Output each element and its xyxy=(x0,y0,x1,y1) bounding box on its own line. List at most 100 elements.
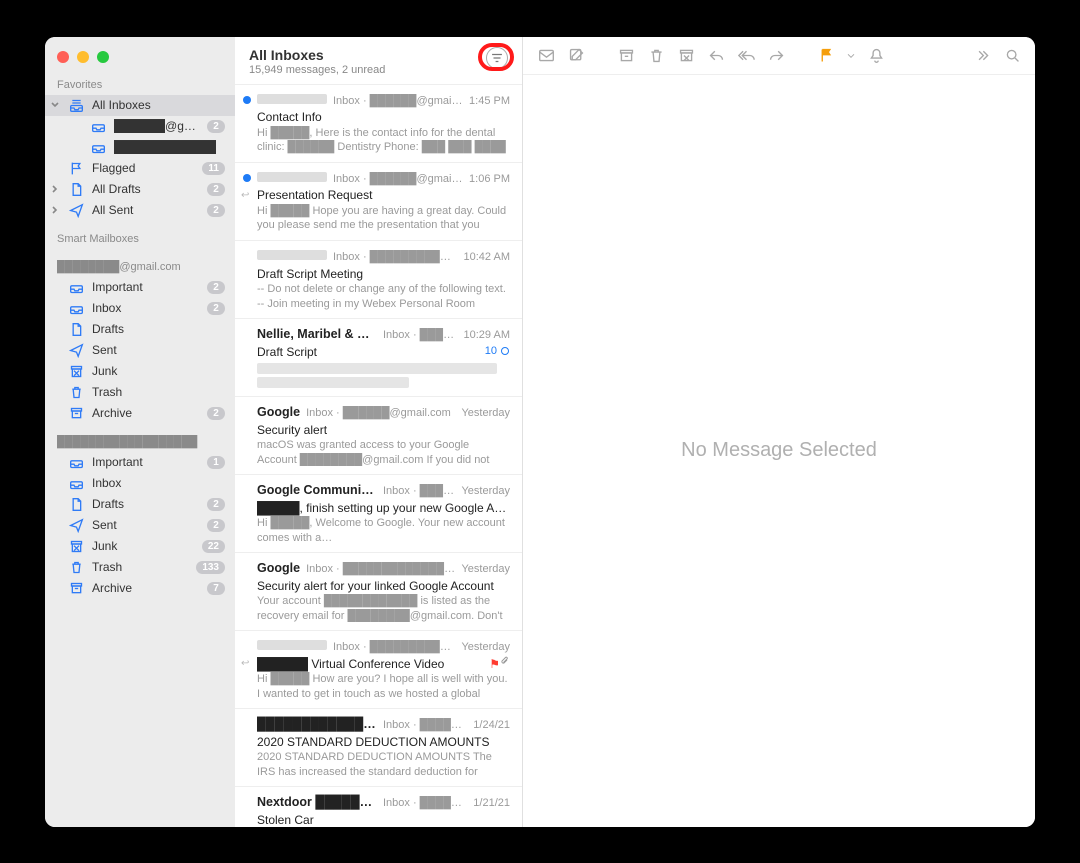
sidebar-item-flagged[interactable]: Flagged11 xyxy=(45,158,235,179)
trash-icon xyxy=(69,385,84,400)
unread-dot-icon xyxy=(243,174,251,182)
trash-icon[interactable] xyxy=(645,44,667,66)
tray-icon xyxy=(69,280,84,295)
sidebar-item-archive[interactable]: Archive7 xyxy=(45,578,235,599)
message-row[interactable]: GoogleInbox · ██████@gmail.comYesterdayS… xyxy=(235,397,522,475)
sidebar-item-drafts[interactable]: Drafts 2 xyxy=(45,494,235,515)
message-subject: 2020 STANDARD DEDUCTION AMOUNTS xyxy=(257,734,510,750)
message-sender: Nellie, Maribel & Scott xyxy=(257,326,377,343)
message-row[interactable]: Inbox · ██████@gmail.com1:45 PMContact I… xyxy=(235,85,522,163)
reading-pane: No Message Selected xyxy=(523,37,1035,827)
trash-icon xyxy=(69,560,84,575)
sidebar-item-label: Junk xyxy=(92,539,194,553)
message-row[interactable]: Nellie, Maribel & Scott Inbox · █████████… xyxy=(235,319,522,397)
tray-icon xyxy=(91,140,106,155)
sidebar-item-archive[interactable]: Archive2 xyxy=(45,403,235,424)
message-mailbox: Inbox · ██████████ xyxy=(383,328,458,343)
count-badge: 2 xyxy=(207,498,225,511)
mute-icon[interactable] xyxy=(865,44,887,66)
count-badge: 2 xyxy=(207,281,225,294)
tray-icon xyxy=(69,476,84,491)
message-mailbox: Inbox · ████████████████████ xyxy=(333,640,455,655)
sidebar-item--g-[interactable]: ██████@g…2 xyxy=(45,116,235,137)
message-sender: Nextdoor ██████████ xyxy=(257,794,377,811)
message-row[interactable]: ↩Inbox · ████████████████████Yesterday██… xyxy=(235,631,522,709)
envelope-icon[interactable] xyxy=(535,44,557,66)
search-icon[interactable] xyxy=(1001,44,1023,66)
message-time: Yesterday xyxy=(461,640,510,655)
count-badge: 11 xyxy=(202,162,225,175)
message-preview: macOS was granted access to your Google … xyxy=(257,438,510,466)
archive-icon xyxy=(69,581,84,596)
more-icon[interactable] xyxy=(971,44,993,66)
message-preview: Your account ████████████ is listed as t… xyxy=(257,594,510,622)
sidebar-item-all-inboxes[interactable]: All Inboxes xyxy=(45,95,235,116)
sidebar-item--[interactable]: ████████████ xyxy=(45,137,235,158)
sidebar-item-important[interactable]: Important1 xyxy=(45,452,235,473)
message-row[interactable]: GoogleInbox · ████████████████YesterdayS… xyxy=(235,553,522,631)
flag-icon: ⚑ xyxy=(489,656,500,672)
filter-button[interactable] xyxy=(486,47,508,69)
unread-dot-icon xyxy=(243,96,251,104)
message-scroll[interactable]: Inbox · ██████@gmail.com1:45 PMContact I… xyxy=(235,85,522,827)
message-mailbox: Inbox · ████████████████ xyxy=(306,562,455,577)
message-sender: ███████████████ CPA xyxy=(257,716,377,733)
message-sender: Google xyxy=(257,404,300,421)
sidebar-item-trash[interactable]: Trash133 xyxy=(45,557,235,578)
forward-icon[interactable] xyxy=(765,44,787,66)
message-list-pane: All Inboxes 15,949 messages, 2 unread In… xyxy=(235,37,523,827)
message-mailbox: Inbox · ██████@gmail.com xyxy=(333,172,463,187)
sidebar-item-junk[interactable]: Junk22 xyxy=(45,536,235,557)
sidebar-item-inbox[interactable]: Inbox2 xyxy=(45,298,235,319)
flag-dropdown-icon[interactable] xyxy=(845,44,857,66)
compose-icon[interactable] xyxy=(565,44,587,66)
count-badge: 1 xyxy=(207,456,225,469)
reply-icon[interactable] xyxy=(705,44,727,66)
sidebar-item-label: Drafts xyxy=(92,497,199,511)
flag-icon[interactable] xyxy=(815,44,837,66)
message-row[interactable]: Nextdoor ██████████Inbox · █████████████… xyxy=(235,787,522,826)
count-badge: 2 xyxy=(207,302,225,315)
message-time: Yesterday xyxy=(461,406,510,421)
message-row[interactable]: Inbox · ████████████████████10:42 AMDraf… xyxy=(235,241,522,319)
sidebar-item-label: Trash xyxy=(92,560,188,574)
reply-all-icon[interactable] xyxy=(735,44,757,66)
junk-icon[interactable] xyxy=(675,44,697,66)
tray-all-icon xyxy=(69,98,84,113)
zoom-icon[interactable] xyxy=(97,51,109,63)
sidebar-item-inbox[interactable]: Inbox xyxy=(45,473,235,494)
sidebar-item-sent[interactable]: Sent xyxy=(45,340,235,361)
archive-icon[interactable] xyxy=(615,44,637,66)
sidebar-item-all-sent[interactable]: All Sent2 xyxy=(45,200,235,221)
sidebar-item-label: Inbox xyxy=(92,476,225,490)
close-icon[interactable] xyxy=(57,51,69,63)
no-message-label: No Message Selected xyxy=(523,75,1035,827)
message-time: Yesterday xyxy=(461,484,510,499)
message-preview: Hi █████, Here is the contact info for t… xyxy=(257,126,510,154)
message-time: 1/24/21 xyxy=(473,718,510,733)
minimize-icon[interactable] xyxy=(77,51,89,63)
sidebar-item-trash[interactable]: Trash xyxy=(45,382,235,403)
sidebar-item-important[interactable]: Important2 xyxy=(45,277,235,298)
sidebar-item-sent[interactable]: Sent2 xyxy=(45,515,235,536)
tray-icon xyxy=(91,119,106,134)
message-time: Yesterday xyxy=(461,562,510,577)
message-subject: Presentation Request xyxy=(257,187,510,203)
sidebar-item-label: Drafts xyxy=(92,322,225,336)
sidebar-item-junk[interactable]: Junk xyxy=(45,361,235,382)
xbin-icon xyxy=(69,539,84,554)
message-row[interactable]: ↩Inbox · ██████@gmail.com1:06 PMPresenta… xyxy=(235,163,522,241)
message-time: 1:06 PM xyxy=(469,172,510,187)
tray-icon xyxy=(69,455,84,470)
message-subject: █████, finish setting up your new Google… xyxy=(257,500,510,516)
message-mailbox: Inbox · ██████ xyxy=(383,484,455,499)
message-preview: 2020 STANDARD DEDUCTION AMOUNTS The IRS … xyxy=(257,750,510,778)
count-badge: 2 xyxy=(207,183,225,196)
message-row[interactable]: ███████████████ CPAInbox · █████████1/24… xyxy=(235,709,522,787)
sidebar-item-label: Sent xyxy=(92,518,199,532)
account-heading: ████████@gmail.com xyxy=(45,255,235,277)
message-row[interactable]: Google Community TeamInbox · ██████Yeste… xyxy=(235,475,522,553)
message-preview: Hi █████ Hope you are having a great day… xyxy=(257,204,510,232)
sidebar-item-all-drafts[interactable]: All Drafts2 xyxy=(45,179,235,200)
sidebar-item-drafts[interactable]: Drafts xyxy=(45,319,235,340)
